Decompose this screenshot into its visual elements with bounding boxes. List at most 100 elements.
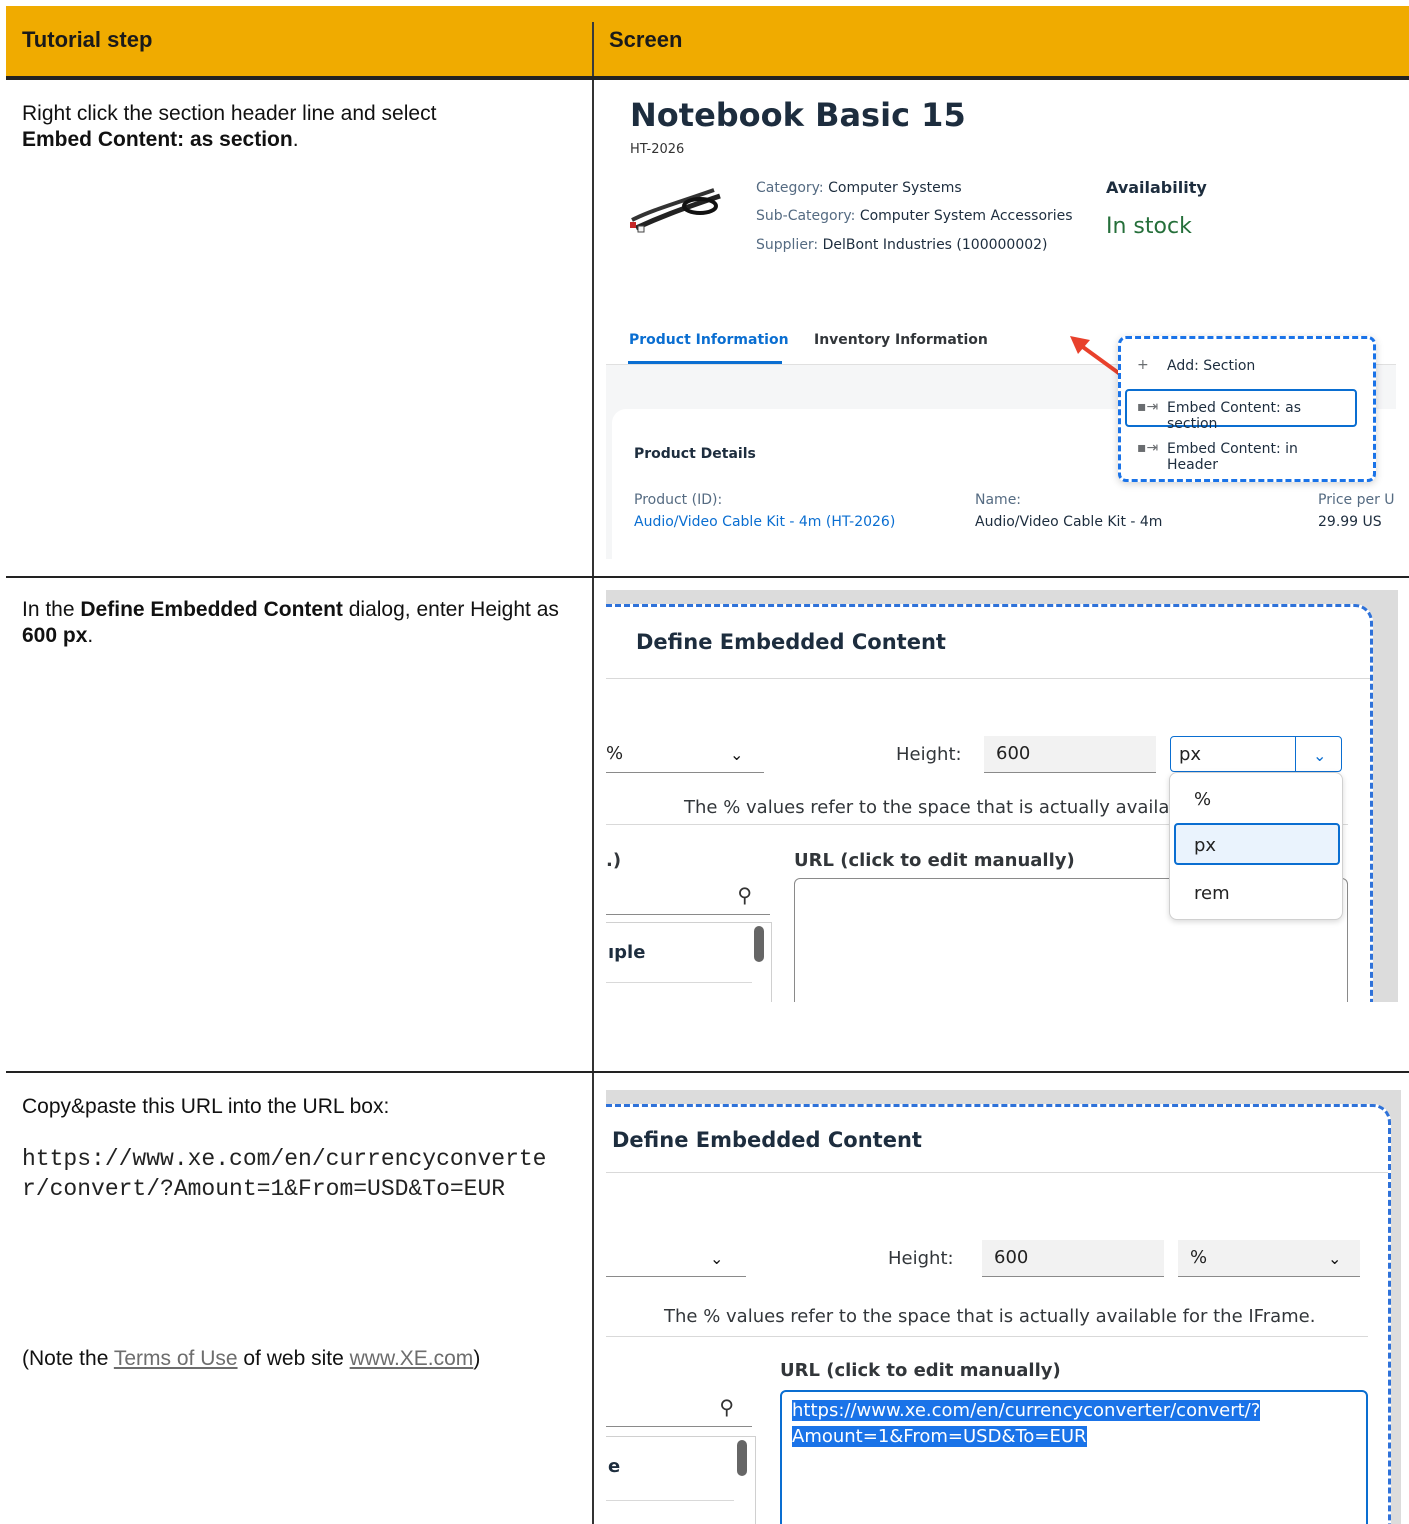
list-header: .) <box>606 850 622 871</box>
url-selected-text: https://www.xe.com/en/currencyconverter/… <box>792 1398 1261 1450</box>
header-divider <box>592 22 594 79</box>
chevron-down-icon[interactable]: ⌄ <box>1313 746 1326 765</box>
width-unit-select[interactable]: ⌄ <box>606 1240 746 1277</box>
width-unit-value: % <box>606 743 624 764</box>
note-post: ) <box>473 1347 481 1370</box>
step-1-pre: Right click the section header line and … <box>22 102 437 125</box>
object-subtitle: HT-2026 <box>630 142 685 157</box>
menu-item-embed-in-header[interactable]: ▪⇥ Embed Content: in Header <box>1127 432 1351 473</box>
chevron-down-icon: ⌄ <box>1328 1249 1342 1268</box>
select-divider <box>1295 737 1296 771</box>
header-bottom-rule <box>6 76 1409 80</box>
height-input[interactable]: 600 <box>982 1240 1164 1277</box>
section-title: Product Details <box>634 446 756 462</box>
field-label-price: Price per U <box>1318 492 1395 508</box>
search-field[interactable]: ⚲ <box>606 1390 752 1427</box>
height-label: Height: <box>896 744 962 765</box>
category-value: Computer Systems <box>828 180 962 196</box>
note-divider <box>606 1336 1368 1337</box>
search-field[interactable]: ⚲ <box>606 878 770 915</box>
product-image <box>630 188 721 233</box>
object-title: Notebook Basic 15 <box>630 96 966 134</box>
row-divider-1 <box>6 576 1409 578</box>
unit-option-percent[interactable]: % <box>1194 789 1211 810</box>
note-mid: of web site <box>237 1347 350 1370</box>
table-header: Tutorial step Screen <box>6 6 1409 79</box>
dialog-title-divider <box>606 1172 1388 1173</box>
header-tutorial-step: Tutorial step <box>22 27 153 52</box>
xe-website-link[interactable]: www.XE.com <box>350 1347 474 1370</box>
field-value-price: 29.99 US <box>1318 514 1382 530</box>
embed-icon: ▪⇥ <box>1137 440 1159 456</box>
screen-define-embedded-content-url: Define Embedded Content ⌄ Height: 600 % … <box>606 1090 1401 1524</box>
unit-option-rem[interactable]: rem <box>1194 883 1230 904</box>
height-label: Height: <box>888 1248 954 1269</box>
step-1-post: . <box>292 128 299 151</box>
context-menu: + Add: Section ▪⇥ Embed Content: as sect… <box>1118 336 1376 482</box>
list-item-divider <box>606 982 752 983</box>
category-row: Category: Computer Systems <box>756 180 962 196</box>
step-1-bold: Embed Content: as section <box>22 128 293 151</box>
menu-item-embed-as-section[interactable]: ▪⇥ Embed Content: as section <box>1125 389 1357 432</box>
list-item[interactable]: e <box>608 1456 620 1477</box>
chevron-down-icon: ⌄ <box>710 1249 724 1268</box>
search-icon: ⚲ <box>719 1395 734 1419</box>
unit-dropdown: % px rem <box>1169 772 1343 920</box>
tab-product-information[interactable]: Product Information <box>629 332 789 348</box>
search-icon: ⚲ <box>737 883 752 907</box>
row-divider-2 <box>6 1071 1409 1073</box>
step-2-post: . <box>87 624 94 647</box>
field-value-product-id[interactable]: Audio/Video Cable Kit - 4m (HT-2026) <box>634 514 895 530</box>
height-unit-value: px <box>1179 744 1202 765</box>
list-item-divider <box>606 1500 734 1501</box>
step-2-text: In the Define Embedded Content dialog, e… <box>22 597 562 649</box>
terms-of-use-link[interactable]: Terms of Use <box>114 1347 238 1370</box>
field-label-name: Name: <box>975 492 1022 508</box>
supplier-label: Supplier: <box>756 237 819 253</box>
menu-item-label: Embed Content: as section <box>1167 400 1302 432</box>
menu-item-add-section[interactable]: + Add: Section <box>1127 349 1351 383</box>
availability-label: Availability <box>1106 178 1207 197</box>
step-2-bold2: 600 px <box>22 624 88 647</box>
dialog-title: Define Embedded Content <box>636 630 946 654</box>
step-3-intro: Copy&paste this URL into the URL box: <box>22 1095 390 1118</box>
height-unit-select[interactable]: px ⌄ <box>1170 736 1342 772</box>
step-2-pre: In the <box>22 598 81 621</box>
pointer-arrow-icon <box>1070 336 1122 376</box>
availability-status: In stock <box>1106 214 1192 239</box>
url-input[interactable]: https://www.xe.com/en/currencyconverter/… <box>780 1390 1368 1524</box>
tab-inventory-information[interactable]: Inventory Information <box>814 332 988 348</box>
height-unit-value: % <box>1190 1247 1208 1268</box>
app-list[interactable] <box>606 1436 756 1524</box>
header-screen: Screen <box>609 27 683 52</box>
url-label: URL (click to edit manually) <box>794 850 1075 871</box>
dialog-title: Define Embedded Content <box>612 1128 922 1152</box>
plus-icon: + <box>1137 357 1149 373</box>
list-scrollbar[interactable] <box>737 1440 747 1476</box>
height-input[interactable]: 600 <box>984 736 1156 773</box>
column-divider <box>592 80 594 1524</box>
unit-option-px[interactable]: px <box>1194 835 1216 856</box>
chevron-down-icon: ⌄ <box>730 745 744 764</box>
height-unit-select[interactable]: % ⌄ <box>1178 1240 1360 1277</box>
dialog-title-divider <box>606 678 1370 679</box>
category-label: Category: <box>756 180 824 196</box>
step-3-url[interactable]: https://www.xe.com/en/currencyconverter/… <box>22 1144 572 1204</box>
list-scrollbar[interactable] <box>754 926 764 962</box>
subcategory-value: Computer System Accessories <box>859 208 1073 224</box>
menu-item-label: Embed Content: in Header <box>1167 441 1298 473</box>
height-value: 600 <box>996 743 1031 764</box>
subcategory-row: Sub-Category: Computer System Accessorie… <box>756 208 1073 224</box>
note-pre: (Note the <box>22 1347 114 1370</box>
url-line-1: https://www.xe.com/en/currencyconverter/… <box>792 1400 1261 1421</box>
embed-icon: ▪⇥ <box>1137 399 1159 415</box>
field-label-product-id: Product (ID): <box>634 492 723 508</box>
step-2-mid: dialog, enter Height as <box>342 598 559 621</box>
supplier-value: DelBont Industries (100000002) <box>822 237 1048 253</box>
list-item[interactable]: ıple <box>608 942 645 963</box>
step-2-bold: Define Embedded Content <box>80 598 343 621</box>
width-unit-select[interactable]: % ⌄ <box>606 736 764 773</box>
field-value-name: Audio/Video Cable Kit - 4m <box>975 514 1163 530</box>
step-3-note: (Note the Terms of Use of web site www.X… <box>22 1346 480 1372</box>
menu-item-label: Add: Section <box>1167 358 1256 374</box>
